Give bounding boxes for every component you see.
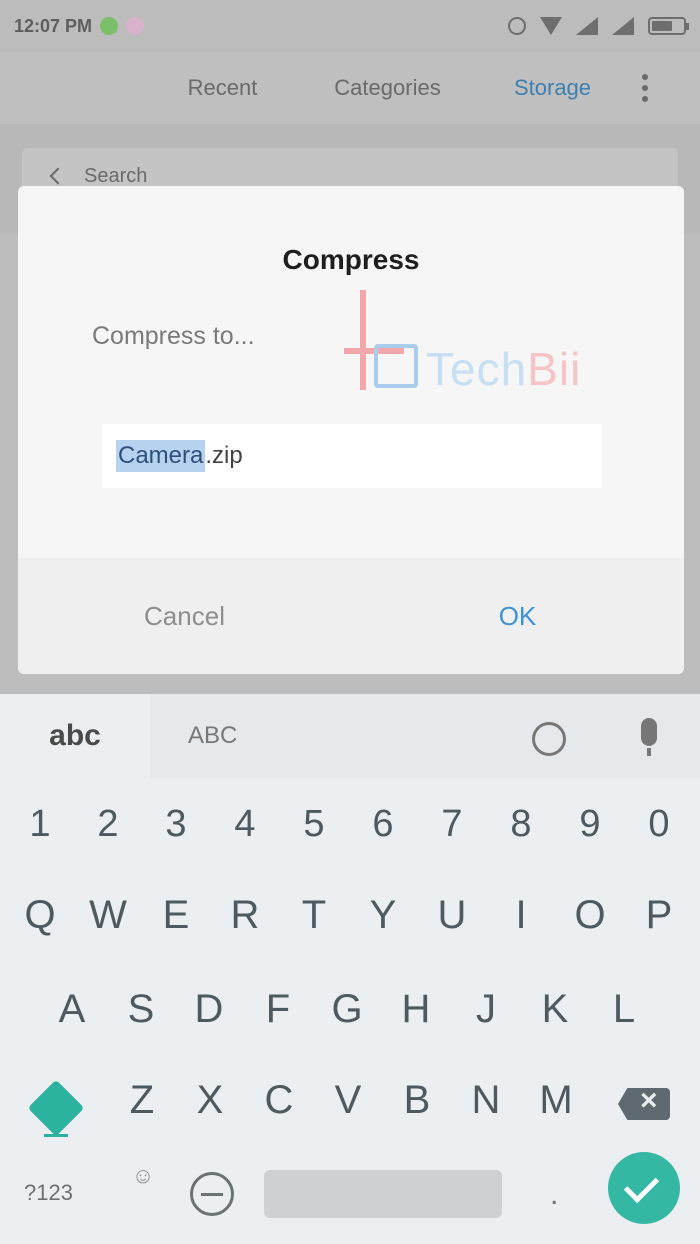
key-1[interactable]: 1 (10, 803, 70, 846)
search-placeholder: Search (84, 164, 148, 187)
key-e[interactable]: E (146, 893, 206, 938)
notification-icon (100, 17, 119, 35)
cancel-button[interactable]: Cancel (18, 558, 351, 674)
key-z[interactable]: Z (112, 1078, 172, 1123)
key-w[interactable]: W (78, 893, 138, 938)
emoji-icon[interactable] (532, 722, 566, 756)
key-0[interactable]: 0 (629, 803, 689, 846)
more-options-icon[interactable] (642, 74, 648, 102)
filename-selected-text: Camera (116, 440, 206, 472)
key-9[interactable]: 9 (560, 803, 620, 846)
key-7[interactable]: 7 (422, 803, 482, 846)
ok-button[interactable]: OK (351, 558, 684, 674)
key-v[interactable]: V (318, 1078, 378, 1123)
key-g[interactable]: G (317, 987, 377, 1032)
back-icon[interactable] (49, 167, 67, 185)
signal-2-icon (612, 17, 634, 35)
key-q[interactable]: Q (10, 893, 70, 938)
key-i[interactable]: I (491, 893, 551, 938)
key-2[interactable]: 2 (78, 803, 138, 846)
key-4[interactable]: 4 (215, 803, 275, 846)
app-bar: Recent Categories Storage (0, 52, 700, 124)
dialog-title: Compress (282, 244, 420, 275)
status-time: 12:07 PM (14, 15, 93, 36)
enter-check-icon[interactable] (608, 1152, 680, 1224)
signal-icon (576, 17, 598, 35)
dialog-message: Compress to... (92, 322, 255, 350)
numbers-key[interactable]: ?123 (24, 1180, 73, 1206)
key-l[interactable]: L (594, 987, 654, 1032)
backspace-icon[interactable] (618, 1088, 670, 1120)
period-key[interactable]: . (550, 1178, 558, 1212)
key-h[interactable]: H (386, 987, 446, 1032)
key-m[interactable]: M (526, 1078, 586, 1123)
microphone-icon[interactable] (641, 718, 657, 756)
key-k[interactable]: K (525, 987, 585, 1032)
key-u[interactable]: U (422, 893, 482, 938)
key-n[interactable]: N (456, 1078, 516, 1123)
watermark-logo: TechBii (330, 290, 600, 400)
keyboard-alt-language[interactable]: ABC (188, 722, 237, 750)
key-b[interactable]: B (387, 1078, 447, 1123)
key-r[interactable]: R (215, 893, 275, 938)
filename-input[interactable]: Camera .zip (102, 424, 602, 488)
alarm-icon (508, 17, 526, 35)
key-o[interactable]: O (560, 893, 620, 938)
key-8[interactable]: 8 (491, 803, 551, 846)
key-s[interactable]: S (111, 987, 171, 1032)
key-p[interactable]: P (629, 893, 689, 938)
key-t[interactable]: T (284, 893, 344, 938)
key-a[interactable]: A (42, 987, 102, 1032)
key-3[interactable]: 3 (146, 803, 206, 846)
key-y[interactable]: Y (353, 893, 413, 938)
compress-dialog: Compress Compress to... Camera .zip Cance… (18, 186, 684, 674)
emoji-key-icon[interactable] (190, 1172, 234, 1216)
watermark-text-a: Tech (426, 343, 528, 395)
space-bar[interactable] (264, 1170, 502, 1218)
tab-categories[interactable]: Categories (305, 75, 470, 101)
shift-indicator (44, 1134, 68, 1137)
status-bar: 12:07 PM (0, 0, 700, 52)
key-x[interactable]: X (180, 1078, 240, 1123)
wifi-icon (540, 17, 562, 35)
tab-storage[interactable]: Storage (470, 75, 635, 101)
watermark-text-b: Bii (527, 343, 582, 395)
keyboard-language-key[interactable]: abc (0, 694, 150, 778)
keyboard-toolbar: abc ABC (0, 694, 700, 778)
key-6[interactable]: 6 (353, 803, 413, 846)
key-c[interactable]: C (249, 1078, 309, 1123)
key-j[interactable]: J (456, 987, 516, 1032)
key-5[interactable]: 5 (284, 803, 344, 846)
filename-extension: .zip (205, 442, 243, 469)
battery-icon (648, 17, 689, 35)
dialog-actions: Cancel OK (18, 558, 684, 674)
key-f[interactable]: F (248, 987, 308, 1032)
soft-keyboard: abc ABC (0, 694, 700, 1244)
key-d[interactable]: D (179, 987, 239, 1032)
app-notification-icon (126, 17, 145, 35)
settings-key[interactable]: ☺ (128, 1163, 158, 1219)
tab-recent[interactable]: Recent (140, 75, 305, 101)
tab-bar: Recent Categories Storage (140, 75, 635, 101)
